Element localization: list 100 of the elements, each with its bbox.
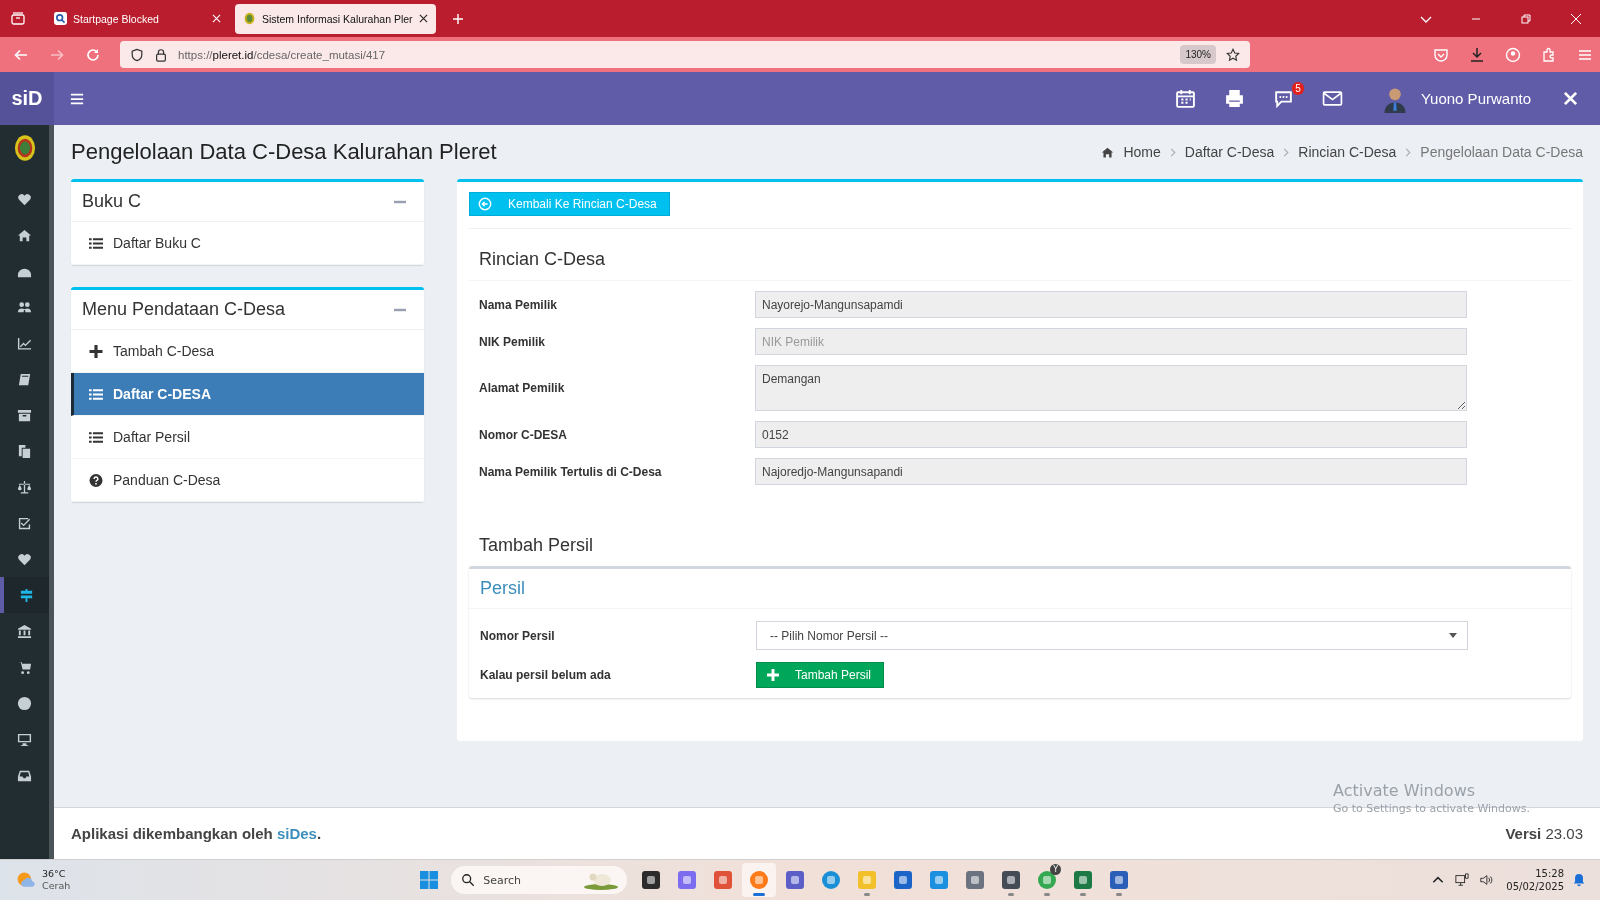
zoom-badge[interactable]: 130%: [1180, 45, 1216, 64]
address-bar[interactable]: https://pleret.id/cdesa/create_mutasi/417 130%: [120, 41, 1250, 68]
running-indicator: [1008, 893, 1015, 896]
input-field[interactable]: Najoredjo-Mangunsapandi: [755, 458, 1467, 485]
search-field[interactable]: Search: [451, 866, 628, 894]
app-icon: [1001, 870, 1022, 890]
heart-icon: [17, 551, 32, 567]
field-label: Nama Pemilik Tertulis di C-Desa: [479, 464, 663, 479]
bell-icon[interactable]: [1572, 873, 1586, 887]
url-text: https://pleret.id/cdesa/create_mutasi/417: [178, 48, 387, 61]
balance-icon: [17, 479, 32, 495]
caret-icon: [1449, 633, 1457, 638]
home-icon: [1101, 145, 1115, 159]
app-icon: [749, 870, 770, 890]
field-label: Alamat Pemilik: [479, 381, 566, 395]
sidebar-item[interactable]: [0, 577, 49, 613]
collapse-icon[interactable]: [394, 199, 406, 204]
field-label: Kalau persil belum ada: [480, 668, 612, 682]
menu-icon[interactable]: [70, 91, 84, 106]
breadcrumb-item[interactable]: Rincian C-Desa: [1298, 144, 1397, 160]
users-icon: [17, 299, 32, 315]
puzzle-icon[interactable]: [1541, 46, 1557, 63]
activation-title: Activate Windows: [1333, 781, 1477, 800]
pocket-icon[interactable]: [1433, 46, 1449, 63]
print-icon[interactable]: [1223, 88, 1245, 109]
field-label: Nomor C-DESA: [479, 427, 568, 442]
network-icon[interactable]: [1455, 873, 1470, 887]
menu-item[interactable]: Daftar Persil: [71, 416, 424, 459]
app-icon: [1073, 870, 1094, 890]
app-icon: [857, 870, 878, 890]
menu-item[interactable]: Daftar C-DESA: [71, 373, 424, 416]
card-title: Persil: [480, 578, 525, 598]
app-icon: [965, 870, 986, 890]
app-icon: [821, 870, 842, 890]
search-icon: [54, 12, 67, 25]
running-indicator: [1044, 893, 1051, 896]
running-indicator: [864, 893, 871, 896]
tab-list-icon[interactable]: [10, 10, 26, 27]
shield-icon[interactable]: [130, 47, 144, 62]
archive-icon: [17, 407, 32, 423]
app-icon: [785, 870, 806, 890]
section-title: Rincian C-Desa: [469, 229, 1571, 281]
sides-link[interactable]: siDes: [276, 825, 317, 842]
monitor-icon: [17, 731, 32, 747]
chart-icon: [17, 335, 32, 351]
breadcrumb-item[interactable]: Home: [1123, 144, 1161, 160]
plus-icon: [89, 344, 103, 358]
app-icon: [1109, 870, 1130, 890]
field-label: NIK Pemilik: [479, 334, 547, 349]
chevron-right-icon: [1405, 147, 1412, 157]
running-indicator: [753, 893, 766, 896]
chevron-right-icon: [1283, 147, 1290, 157]
version-text: Versi 23.03: [1505, 825, 1583, 842]
close-icon[interactable]: [418, 14, 428, 23]
heartbeat-icon: [17, 191, 32, 207]
star-icon[interactable]: [1226, 47, 1240, 62]
breadcrumb-item[interactable]: Daftar C-Desa: [1184, 144, 1275, 160]
input-field[interactable]: Nayorejo-Mangunsapamdi: [755, 291, 1467, 318]
clock[interactable]: 15:28 05/02/2025: [1506, 867, 1564, 893]
weather-widget[interactable]: 36°C Cerah: [16, 868, 71, 892]
collapse-icon[interactable]: [394, 307, 406, 312]
emblem-icon[interactable]: [13, 133, 36, 163]
calendar-icon[interactable]: [1174, 88, 1196, 109]
volume-icon[interactable]: [1479, 873, 1494, 887]
input-field[interactable]: 0152: [755, 421, 1467, 448]
brand-logo[interactable]: siD: [0, 72, 54, 125]
section-title: Tambah Persil: [478, 534, 595, 557]
list-icon: [89, 387, 103, 401]
browser-tab[interactable]: Startpage Blocked: [46, 3, 229, 34]
breadcrumb-item: Pengelolaan Data C-Desa: [1420, 144, 1583, 160]
sun-cloud-icon: [16, 870, 36, 890]
chevron-right-icon: [1169, 147, 1176, 157]
reload-icon[interactable]: [85, 46, 101, 63]
input-field[interactable]: NIK Pemilik: [755, 328, 1467, 355]
chat-icon[interactable]: [1272, 88, 1294, 109]
lock-icon[interactable]: [154, 47, 168, 62]
select-field[interactable]: -- Pilih Nomor Persil --: [756, 621, 1468, 650]
app-icon: [893, 870, 914, 890]
mail-icon[interactable]: [1321, 88, 1343, 109]
search-icon: [461, 873, 476, 887]
copy-icon: [17, 443, 32, 459]
restore-icon[interactable]: [1520, 12, 1532, 25]
browser-tab[interactable]: Sistem Informasi Kalurahan Pler: [235, 3, 436, 34]
menu-item[interactable]: Daftar Buku C: [71, 222, 424, 265]
page-title: Pengelolaan Data C-Desa Kalurahan Pleret: [71, 139, 497, 165]
list-icon: [89, 430, 103, 444]
start-icon[interactable]: [419, 870, 440, 890]
help-icon: [89, 473, 103, 487]
menu-item[interactable]: Panduan C-Desa: [71, 459, 424, 502]
field-label: Nomor Persil: [480, 628, 556, 643]
download-icon[interactable]: [1469, 46, 1485, 63]
app-icon: [929, 870, 950, 890]
app-icon: [677, 870, 698, 890]
input-field[interactable]: Demangan: [755, 365, 1467, 411]
taskbar-app[interactable]: Y: [1030, 863, 1065, 897]
running-indicator: [1116, 893, 1123, 896]
back-circle-icon: [478, 197, 492, 211]
new-tab-icon[interactable]: [451, 12, 464, 25]
user-menu[interactable]: Yuono Purwanto: [1370, 84, 1541, 113]
account-icon[interactable]: [1505, 46, 1521, 63]
